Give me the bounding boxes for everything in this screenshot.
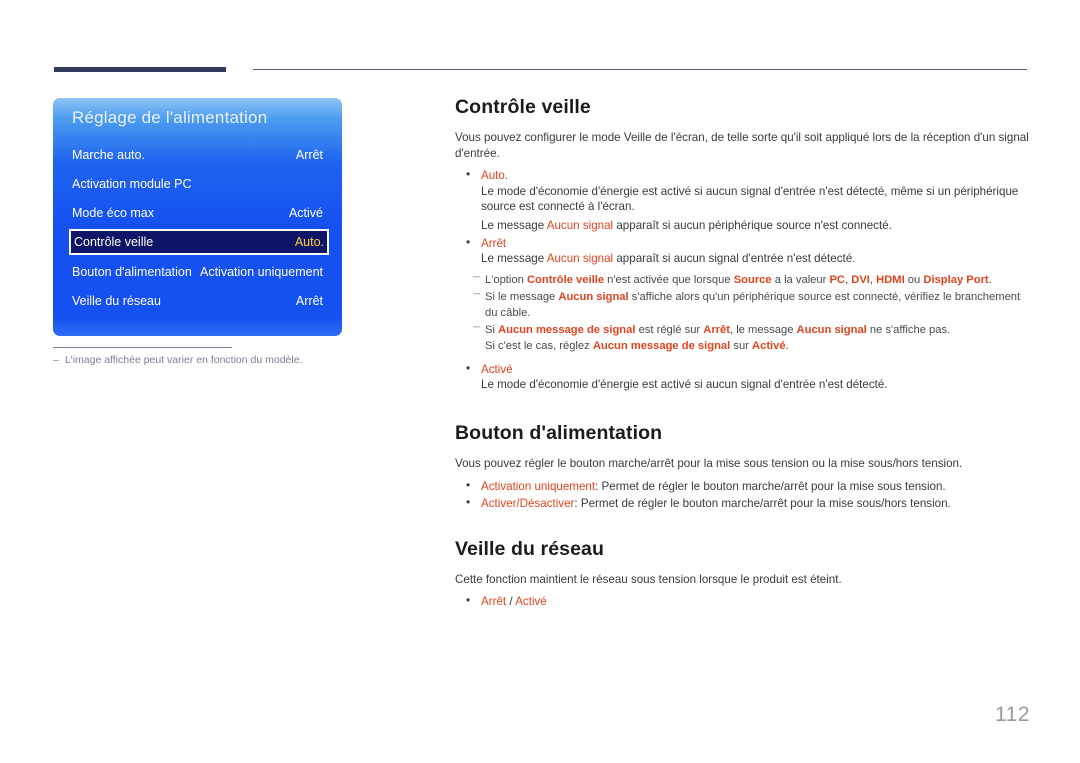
osd-menu-item-veille-du-reseau[interactable]: Veille du réseau Arrêt xyxy=(72,288,323,314)
osd-item-label: Contrôle veille xyxy=(74,235,154,249)
inline-term-pc: PC xyxy=(829,273,846,286)
bullet-body-line: Le mode d'économie d'énergie est activé … xyxy=(481,378,888,392)
bullet-list-bouton-alimentation: Activation uniquement: Permet de régler … xyxy=(455,478,1030,512)
list-item: Si le message Aucun signal s'affiche alo… xyxy=(455,287,1030,321)
caption-divider xyxy=(53,347,232,348)
osd-menu-item-activation-module-pc[interactable]: Activation module PC xyxy=(72,171,323,197)
osd-item-label: Marche auto. xyxy=(72,148,145,162)
section-title-bouton-alimentation: Bouton d'alimentation xyxy=(455,421,663,444)
bullet-rest-text: : Permet de régler le bouton marche/arrê… xyxy=(574,497,951,511)
bullet-body-line-highlighted: Le message Aucun signal apparaît si aucu… xyxy=(481,218,892,232)
inline-term-arret: Arrêt xyxy=(703,323,730,336)
figure-caption: – L'image affichée peut varier en foncti… xyxy=(53,354,383,366)
osd-item-value: Arrêt xyxy=(295,294,323,308)
bullet-head-active: Activé xyxy=(481,362,513,376)
inline-term-source: Source xyxy=(733,273,772,286)
inline-term-active: Activé xyxy=(752,340,786,353)
osd-item-label: Mode éco max xyxy=(72,206,154,220)
main-content: Contrôle veille Vous pouvez configurer l… xyxy=(455,96,1030,612)
inline-term-display-port: Display Port xyxy=(923,273,989,286)
osd-item-value: Activé xyxy=(288,206,323,220)
inline-term-aucun-message-de-signal: Aucun message de signal xyxy=(498,323,636,336)
inline-term-hdmi: HDMI xyxy=(876,273,905,286)
bullet-head-arret: Arrêt xyxy=(481,236,507,250)
inline-term-dvi: DVI xyxy=(851,273,870,286)
osd-menu-title: Réglage de l'alimentation xyxy=(72,108,268,127)
list-item: Activer/Désactiver: Permet de régler le … xyxy=(455,495,1030,512)
bullet-body-line: Le mode d'économie d'énergie est activé … xyxy=(481,184,1019,214)
note-body-line: Si c'est le cas, réglez Aucun message de… xyxy=(485,340,789,353)
inline-term-aucun-message-de-signal: Aucun message de signal xyxy=(592,340,731,353)
osd-item-value: Auto. xyxy=(294,235,324,249)
osd-item-label: Veille du réseau xyxy=(72,294,161,308)
list-item: Auto. Le mode d'économie d'énergie est a… xyxy=(455,167,1030,233)
section-title-veille-du-reseau: Veille du réseau xyxy=(455,537,605,560)
osd-menu-panel: Réglage de l'alimentation Marche auto. A… xyxy=(53,98,342,336)
caption-text: L'image affichée peut varier en fonction… xyxy=(64,354,303,366)
inline-term-controle-veille: Contrôle veille xyxy=(526,273,605,286)
list-item: Activé Le mode d'économie d'énergie est … xyxy=(455,361,1030,393)
list-item: Activation uniquement: Permet de régler … xyxy=(455,478,1030,495)
bullet-list-controle-veille: Auto. Le mode d'économie d'énergie est a… xyxy=(455,167,1030,267)
osd-item-value: Arrêt xyxy=(295,148,323,162)
section-intro-veille-du-reseau: Cette fonction maintient le réseau sous … xyxy=(455,572,842,586)
header-accent-bar xyxy=(54,67,226,72)
section-intro-controle-veille: Vous pouvez configurer le mode Veille de… xyxy=(455,131,1029,160)
bullet-body-line-highlighted: Le message Aucun signal apparaît si aucu… xyxy=(481,252,856,266)
section-intro-bouton-alimentation: Vous pouvez régler le bouton marche/arrê… xyxy=(455,456,963,470)
osd-menu-item-marche-auto[interactable]: Marche auto. Arrêt xyxy=(72,142,323,168)
bullet-head-activation-uniquement: Activation uniquement xyxy=(481,479,596,493)
section-title-controle-veille: Contrôle veille xyxy=(455,96,591,118)
inline-term-aucun-signal: Aucun signal xyxy=(546,252,614,266)
list-item: Arrêt Le message Aucun signal apparaît s… xyxy=(455,235,1030,267)
bullet-head-activer-desactiver: Activer/Désactiver xyxy=(481,497,575,511)
list-item: Arrêt / Activé xyxy=(455,593,1030,610)
osd-item-value: Activation uniquement xyxy=(200,265,323,279)
option-arret: Arrêt xyxy=(481,595,507,609)
option-active: Activé xyxy=(515,595,547,609)
caption-dash: – xyxy=(53,354,59,366)
osd-menu-item-mode-eco-max[interactable]: Mode éco max Activé xyxy=(72,200,323,226)
bullet-list-veille-du-reseau: Arrêt / Activé xyxy=(455,593,1030,610)
bullet-rest-text: : Permet de régler le bouton marche/arrê… xyxy=(595,479,946,493)
bullet-head-auto: Auto. xyxy=(481,169,509,183)
osd-item-label: Activation module PC xyxy=(72,177,192,191)
option-separator: / xyxy=(509,595,513,609)
inline-term-aucun-signal: Aucun signal xyxy=(546,218,614,232)
list-item: L'option Contrôle veille n'est activée q… xyxy=(455,270,1030,288)
osd-item-label: Bouton d'alimentation xyxy=(72,265,192,279)
list-item: Si Aucun message de signal est réglé sur… xyxy=(455,320,1030,355)
note-list-controle-veille: L'option Contrôle veille n'est activée q… xyxy=(455,270,1030,355)
inline-term-aucun-signal: Aucun signal xyxy=(558,291,629,304)
osd-menu-item-controle-veille-selected[interactable]: Contrôle veille Auto. xyxy=(69,229,329,255)
header-divider-line xyxy=(253,69,1027,70)
inline-term-aucun-signal: Aucun signal xyxy=(796,323,867,336)
page-number: 112 xyxy=(995,703,1030,726)
osd-menu-item-bouton-alimentation[interactable]: Bouton d'alimentation Activation uniquem… xyxy=(72,259,323,285)
bullet-list-controle-veille-active: Activé Le mode d'économie d'énergie est … xyxy=(455,361,1030,393)
